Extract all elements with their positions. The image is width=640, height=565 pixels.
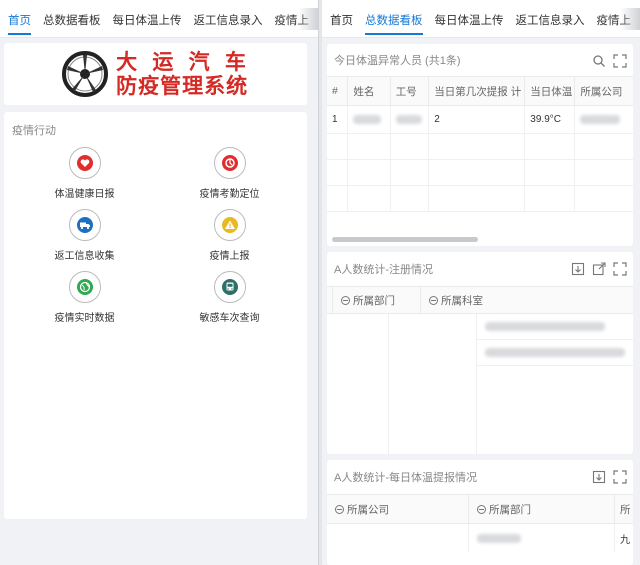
action-sensitive-trips[interactable]: 敏感车次查询 xyxy=(157,271,302,326)
cell-company-redacted xyxy=(575,106,633,133)
logo-banner: 大 运 汽 车 防疫管理系统 xyxy=(4,43,307,105)
action-grid: 体温健康日报 疫情考勤定位 返工信息收集 疫情上报 疫情实时数据 敏感车次查询 xyxy=(12,147,302,326)
export-icon[interactable] xyxy=(592,470,606,484)
action-realtime-data[interactable]: 疫情实时数据 xyxy=(12,271,157,326)
section-title: 疫情行动 xyxy=(12,125,56,137)
cell-index: 1 xyxy=(327,106,349,133)
horizontal-scrollbar[interactable] xyxy=(332,237,478,242)
column-section[interactable]: 所属科室 xyxy=(421,287,633,313)
action-label: 疫情实时数据 xyxy=(54,313,115,324)
action-label: 疫情上报 xyxy=(209,251,250,262)
tab-daily-temperature[interactable]: 每日体温上传 xyxy=(113,12,182,37)
cell-temperature: 39.9°C xyxy=(525,106,576,133)
globe-icon xyxy=(68,271,101,303)
table-header: 所属部门 所属科室 xyxy=(327,286,633,314)
bus-icon xyxy=(213,271,246,303)
logo-title-line1: 大 运 汽 车 xyxy=(116,50,251,74)
action-label: 返工信息收集 xyxy=(54,251,115,262)
column-company[interactable]: 所属公司 xyxy=(327,495,469,523)
cell-redacted xyxy=(477,340,633,366)
action-label: 疫情考勤定位 xyxy=(199,189,260,200)
column-report-count: 当日第几次提报 计 xyxy=(429,77,526,105)
location-icon xyxy=(213,147,246,179)
epidemic-action-card: 疫情行动 体温健康日报 疫情考勤定位 返工信息收集 疫情上报 疫情实时数据 敏感… xyxy=(4,112,307,519)
card-header: 今日体温异常人员 (共1条) xyxy=(327,44,633,76)
table-row-empty xyxy=(327,186,633,212)
open-external-icon[interactable] xyxy=(592,262,606,276)
column-employee-id: 工号 xyxy=(391,77,430,105)
tab-home[interactable]: 首页 xyxy=(8,12,31,37)
column-truncated: 所 xyxy=(620,503,631,516)
export-icon[interactable] xyxy=(571,262,585,276)
card-title: A人数统计-注册情况 xyxy=(334,264,433,276)
logo-text: 大 运 汽 车 防疫管理系统 xyxy=(116,50,251,98)
action-epidemic-report[interactable]: 疫情上报 xyxy=(157,209,302,264)
column-index: # xyxy=(327,77,349,105)
tab-overflow-fade xyxy=(620,8,640,30)
tab-bar: 首页 总数据看板 每日体温上传 返工信息录入 疫情上 xyxy=(322,0,640,38)
daily-report-stats-card: A人数统计-每日体温提报情况 所属公司 所属部门 所 九 xyxy=(327,460,633,565)
column-department[interactable]: 所属部门 xyxy=(333,287,421,313)
collapse-icon xyxy=(335,504,344,514)
tab-daily-temperature[interactable]: 每日体温上传 xyxy=(435,12,504,37)
table-row-empty xyxy=(327,160,633,186)
table-header: # 姓名 工号 当日第几次提报 计 当日体温 所属公司 xyxy=(327,76,633,106)
fullscreen-icon[interactable] xyxy=(613,262,627,276)
table-row[interactable]: 1 2 39.9°C xyxy=(327,106,633,134)
column-company: 所属公司 xyxy=(580,85,623,98)
heart-icon xyxy=(68,147,101,179)
fullscreen-icon[interactable] xyxy=(613,470,627,484)
cell-employee-id-redacted xyxy=(391,106,430,133)
cell-redacted xyxy=(469,524,615,552)
search-icon[interactable] xyxy=(592,54,606,68)
tab-bar: 首页 总数据看板 每日体温上传 返工信息录入 疫情上 xyxy=(0,0,318,38)
tab-home[interactable]: 首页 xyxy=(330,12,353,37)
tab-return-work-info[interactable]: 返工信息录入 xyxy=(194,12,263,37)
table-header: 所属公司 所属部门 所 xyxy=(327,494,633,524)
card-tools xyxy=(592,470,627,484)
action-label: 敏感车次查询 xyxy=(199,313,260,324)
left-screen: 首页 总数据看板 每日体温上传 返工信息录入 疫情上 大 运 汽 车 防疫管理系… xyxy=(0,0,318,565)
abnormal-temperature-card: 今日体温异常人员 (共1条) # 姓名 工号 当日第几次提报 计 当日体温 所属… xyxy=(327,44,633,246)
cell-redacted xyxy=(477,314,633,340)
fullscreen-icon[interactable] xyxy=(613,54,627,68)
card-header: A人数统计-每日体温提报情况 xyxy=(327,460,633,494)
table-row-empty xyxy=(327,134,633,160)
action-return-work-info[interactable]: 返工信息收集 xyxy=(12,209,157,264)
truck-icon xyxy=(68,209,101,241)
registration-table-body xyxy=(327,314,633,454)
registration-stats-card: A人数统计-注册情况 所属部门 所属科室 xyxy=(327,252,633,454)
logo-title-line2: 防疫管理系统 xyxy=(116,74,249,98)
card-tools xyxy=(571,262,627,276)
warning-icon xyxy=(213,209,246,241)
collapse-icon xyxy=(477,504,486,514)
column-temperature: 当日体温 xyxy=(525,77,576,105)
table-row[interactable]: 九 xyxy=(327,524,633,552)
column-name: 姓名 xyxy=(348,77,391,105)
action-attendance-location[interactable]: 疫情考勤定位 xyxy=(157,147,302,202)
collapse-icon xyxy=(341,295,350,305)
cell-report-count: 2 xyxy=(429,106,526,133)
action-health-report[interactable]: 体温健康日报 xyxy=(12,147,157,202)
column-department[interactable]: 所属部门 xyxy=(469,495,615,523)
steering-wheel-logo-icon xyxy=(62,51,109,97)
cell-truncated: 九 xyxy=(620,534,630,546)
cell-name-redacted xyxy=(348,106,391,133)
card-tools xyxy=(592,54,627,68)
collapse-icon xyxy=(429,295,438,305)
tab-return-work-info[interactable]: 返工信息录入 xyxy=(516,12,585,37)
card-title: A人数统计-每日体温提报情况 xyxy=(334,472,477,484)
card-title: 今日体温异常人员 (共1条) xyxy=(334,55,461,67)
action-label: 体温健康日报 xyxy=(54,189,115,200)
tab-overflow-fade xyxy=(298,8,318,30)
tab-dashboard[interactable]: 总数据看板 xyxy=(365,12,423,37)
tab-dashboard[interactable]: 总数据看板 xyxy=(43,12,101,37)
card-header: A人数统计-注册情况 xyxy=(327,252,633,286)
right-screen: 首页 总数据看板 每日体温上传 返工信息录入 疫情上 今日体温异常人员 (共1条… xyxy=(322,0,640,565)
